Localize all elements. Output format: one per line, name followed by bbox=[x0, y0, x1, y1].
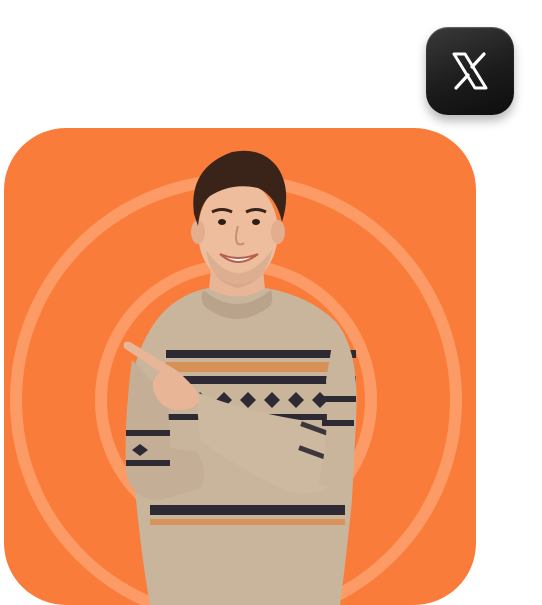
x-logo-badge[interactable] bbox=[426, 27, 514, 115]
x-logo-icon bbox=[452, 52, 488, 90]
hero-graphic bbox=[0, 0, 542, 605]
